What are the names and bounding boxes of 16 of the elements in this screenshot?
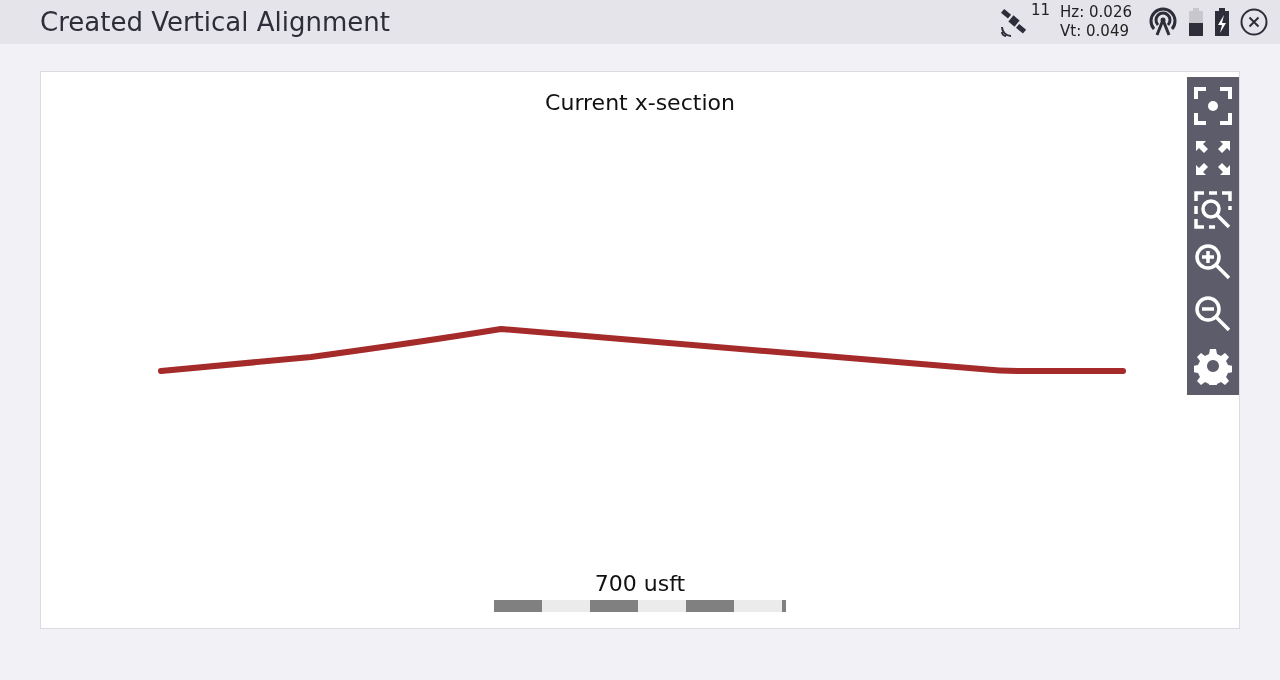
hz-precision: Hz: 0.026 [1060, 3, 1132, 22]
vt-precision: Vt: 0.049 [1060, 22, 1130, 41]
charging-battery-icon [1214, 7, 1230, 37]
radio-signal-icon [1148, 7, 1178, 37]
zoom-window-icon [1194, 191, 1232, 229]
zoom-in-icon [1194, 243, 1232, 281]
scale-label: 700 usft [594, 571, 686, 596]
window-title: Created Vertical Alignment [40, 7, 391, 37]
chart-title: Current x-section [545, 90, 735, 115]
close-icon[interactable] [1240, 8, 1268, 36]
zoom-out-icon [1194, 295, 1232, 333]
satellite-count: 11 [1031, 1, 1051, 19]
expand-arrows-icon [1194, 139, 1232, 177]
battery-icon [1188, 7, 1204, 37]
settings-icon [1194, 347, 1232, 385]
center-icon [1194, 87, 1232, 125]
